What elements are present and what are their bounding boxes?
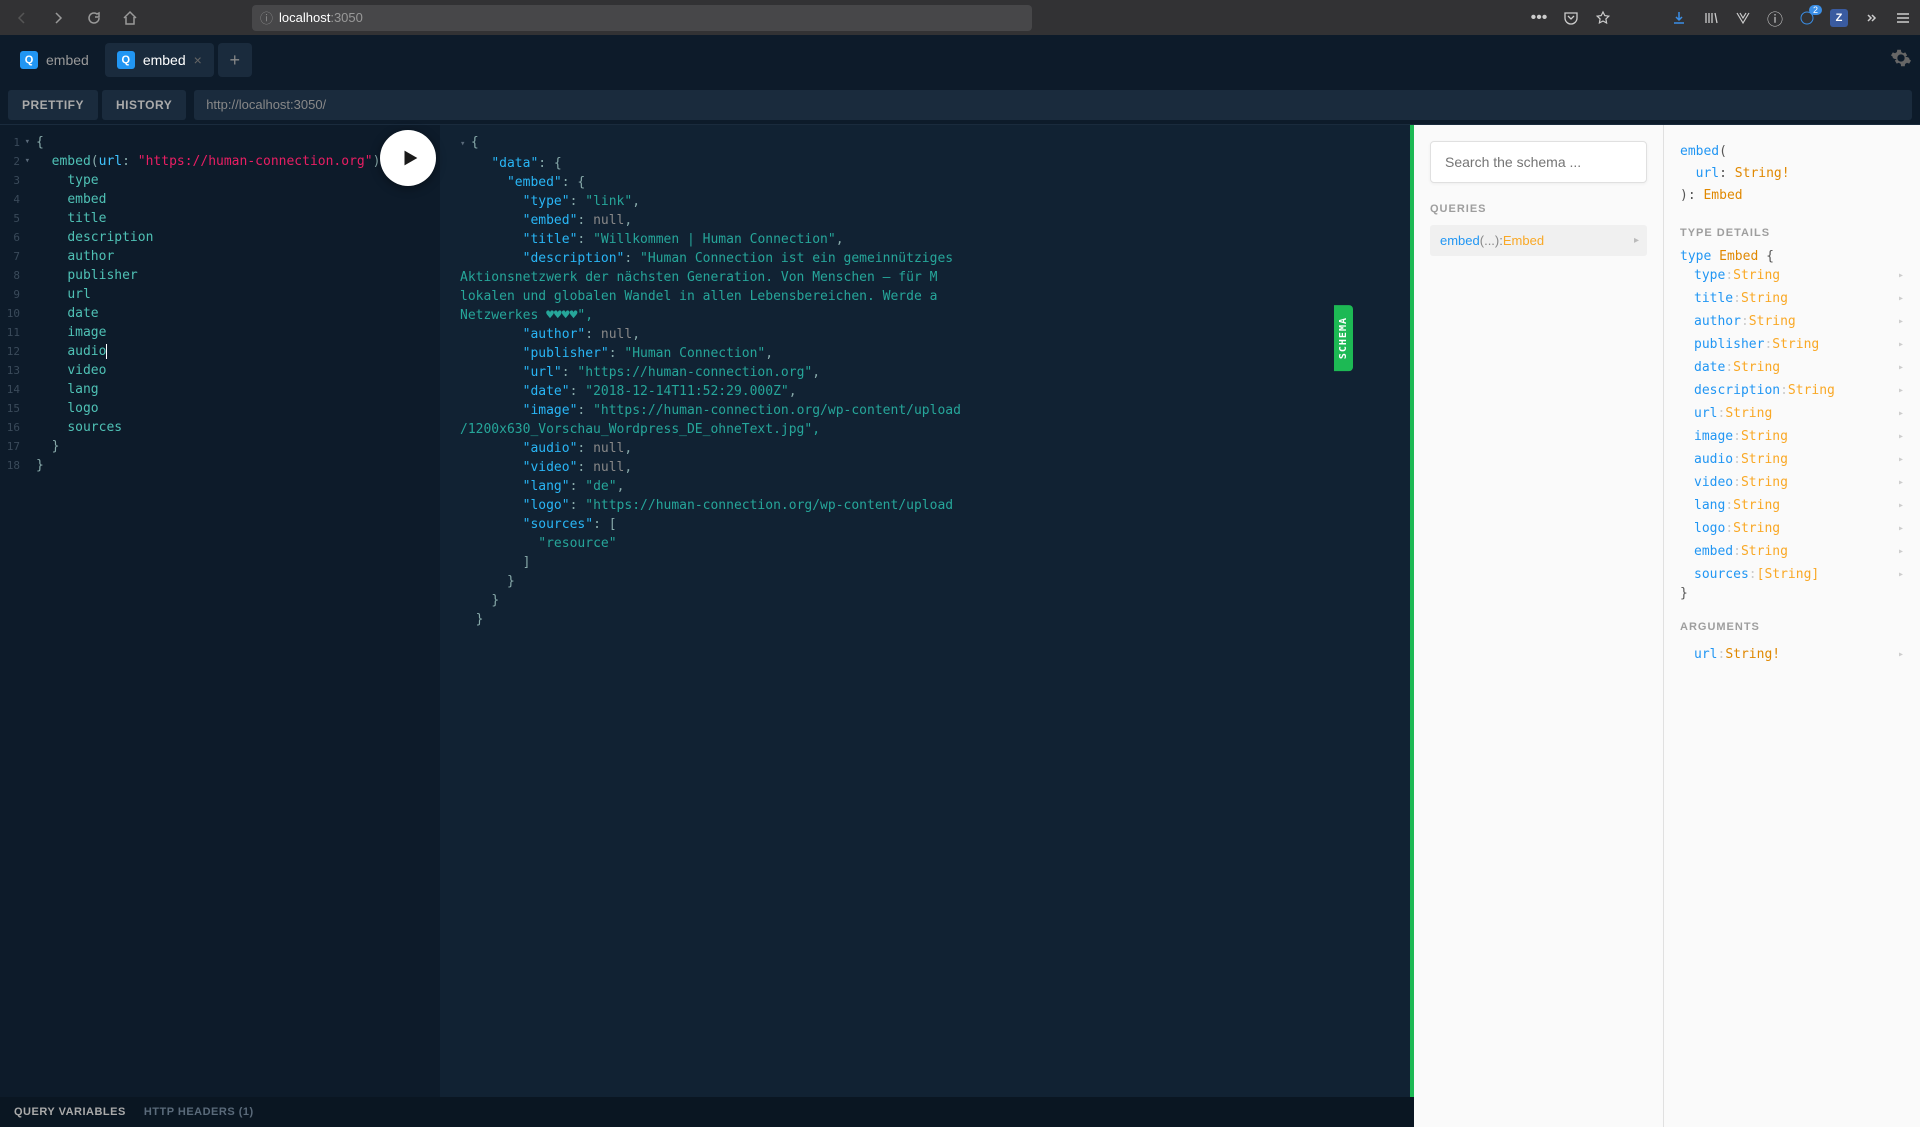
info-circle-icon[interactable]: ⓘ [1766, 9, 1784, 27]
type-field-row[interactable]: logo: String [1680, 517, 1904, 540]
endpoint-input[interactable] [194, 90, 1912, 120]
overflow-icon[interactable] [1862, 9, 1880, 27]
settings-button[interactable] [1890, 47, 1912, 74]
type-close-brace: } [1680, 586, 1904, 601]
toolbar: PRETTIFY HISTORY [0, 85, 1920, 125]
url-path: :3050 [330, 10, 363, 25]
type-field-row[interactable]: date: String [1680, 356, 1904, 379]
schema-details-column: embed( url: String! ): Embed TYPE DETAIL… [1664, 125, 1920, 1127]
arguments-heading: ARGUMENTS [1680, 621, 1904, 633]
type-field-row[interactable]: title: String [1680, 287, 1904, 310]
vue-icon[interactable] [1734, 9, 1752, 27]
type-field-row[interactable]: sources: [String] [1680, 563, 1904, 586]
type-details-heading: TYPE DETAILS [1680, 227, 1904, 239]
ellipsis-icon[interactable]: ••• [1530, 9, 1548, 27]
query-badge-icon: Q [117, 51, 135, 69]
query-signature: embed( url: String! ): Embed [1680, 141, 1904, 207]
menu-icon[interactable] [1894, 9, 1912, 27]
close-icon[interactable]: × [194, 52, 202, 68]
history-button[interactable]: HISTORY [102, 90, 186, 120]
main-layout: 1▾2▾3456789101112131415161718 { embed(ur… [0, 125, 1920, 1127]
schema-panel: QUERIES embed(...): Embed embed( url: St… [1414, 125, 1920, 1127]
bottom-bar: QUERY VARIABLES HTTP HEADERS (1) [0, 1097, 1414, 1127]
execute-button[interactable] [380, 130, 436, 186]
query-variables-tab[interactable]: QUERY VARIABLES [14, 1106, 126, 1118]
type-declaration: type Embed { [1680, 249, 1904, 264]
type-field-row[interactable]: description: String [1680, 379, 1904, 402]
browser-chrome: ⓘ localhost:3050 ••• ⓘ 2 Z [0, 0, 1920, 35]
type-field-row[interactable]: lang: String [1680, 494, 1904, 517]
schema-toggle-tab[interactable]: SCHEMA [1334, 305, 1353, 371]
pocket-icon[interactable] [1562, 9, 1580, 27]
tab-embed-2[interactable]: Q embed × [105, 43, 214, 77]
add-tab-button[interactable]: + [218, 43, 252, 77]
bookmark-star-icon[interactable] [1594, 9, 1612, 27]
prettify-button[interactable]: PRETTIFY [8, 90, 98, 120]
reload-button[interactable] [80, 4, 108, 32]
type-field-row[interactable]: url: String [1680, 402, 1904, 425]
download-icon[interactable] [1670, 9, 1688, 27]
result-json[interactable]: ▾ { "data": { "embed": { "type": "link",… [440, 125, 1414, 637]
query-badge-icon: Q [20, 51, 38, 69]
url-bar[interactable]: ⓘ localhost:3050 [252, 5, 1032, 31]
back-button[interactable] [8, 4, 36, 32]
forward-button[interactable] [44, 4, 72, 32]
library-icon[interactable] [1702, 9, 1720, 27]
type-field-row[interactable]: image: String [1680, 425, 1904, 448]
tab-embed-1[interactable]: Q embed [8, 43, 101, 77]
type-field-row[interactable]: video: String [1680, 471, 1904, 494]
query-code[interactable]: { embed(url: "https://human-connection.o… [36, 133, 432, 475]
home-button[interactable] [116, 4, 144, 32]
extension-badge-icon[interactable]: 2 [1798, 9, 1816, 27]
info-icon: ⓘ [260, 8, 273, 27]
type-field-row[interactable]: publisher: String [1680, 333, 1904, 356]
type-field-row[interactable]: embed: String [1680, 540, 1904, 563]
app-tabs-bar: Q embed Q embed × + [0, 35, 1920, 85]
url-host: localhost [279, 10, 330, 25]
queries-heading: QUERIES [1430, 203, 1647, 215]
argument-row[interactable]: url: String! [1680, 643, 1904, 666]
type-field-row[interactable]: author: String [1680, 310, 1904, 333]
tab-label: embed [143, 52, 186, 68]
line-gutter: 1▾2▾3456789101112131415161718 [0, 133, 28, 475]
schema-queries-column: QUERIES embed(...): Embed [1414, 125, 1664, 1127]
type-field-row[interactable]: audio: String [1680, 448, 1904, 471]
query-item-embed[interactable]: embed(...): Embed [1430, 225, 1647, 256]
type-field-row[interactable]: type: String [1680, 264, 1904, 287]
query-editor[interactable]: 1▾2▾3456789101112131415161718 { embed(ur… [0, 125, 440, 1127]
tab-label: embed [46, 52, 89, 68]
result-pane: SCHEMA ▾ { "data": { "embed": { "type": … [440, 125, 1414, 1127]
zotero-icon[interactable]: Z [1830, 9, 1848, 27]
http-headers-tab[interactable]: HTTP HEADERS (1) [144, 1106, 254, 1118]
schema-search-input[interactable] [1430, 141, 1647, 183]
